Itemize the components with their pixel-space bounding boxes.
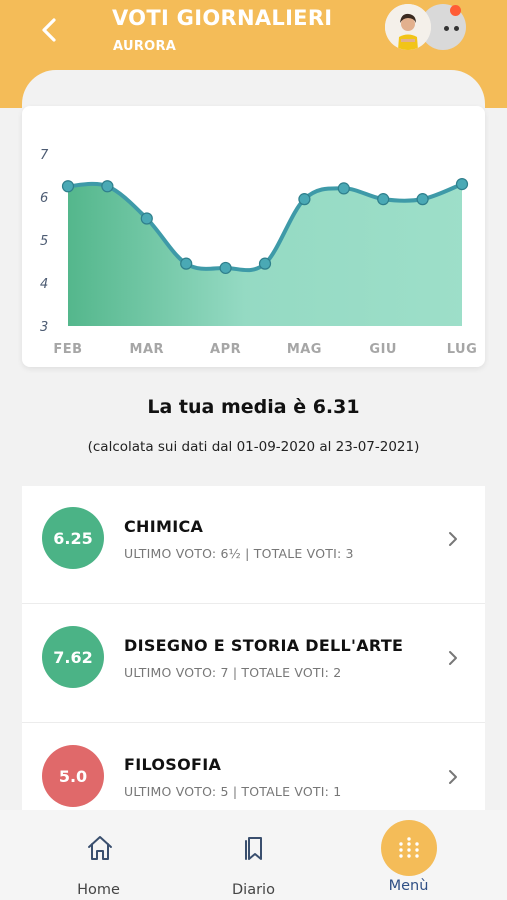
tab-diario[interactable]: Diario (169, 810, 338, 900)
subject-details: ULTIMO VOTO: 5 | TOTALE VOTI: 1 (124, 784, 342, 799)
subject-name: FILOSOFIA (124, 755, 222, 774)
chart-point (180, 257, 193, 270)
x-tick-label: MAR (130, 342, 165, 357)
chart-point (258, 257, 272, 270)
chevron-right-icon (449, 651, 457, 665)
menu-button-circle (381, 820, 437, 876)
chevron-right-icon (449, 532, 457, 546)
home-icon (88, 836, 112, 860)
subject-row-disegno[interactable]: 7.62 DISEGNO E STORIA DELL'ARTE ULTIMO V… (22, 605, 485, 723)
average-title: La tua media è 6.31 (147, 396, 360, 418)
chart-point (61, 180, 75, 193)
subject-average-badge: 7.62 (42, 626, 104, 688)
subject-details: ULTIMO VOTO: 7 | TOTALE VOTI: 2 (124, 665, 342, 680)
x-tick-label: APR (210, 342, 241, 357)
chart-point (377, 193, 390, 206)
subject-list: 6.25 CHIMICA ULTIMO VOTO: 6½ | TOTALE VO… (22, 486, 485, 810)
chart-point (416, 193, 429, 206)
page-title: VOTI GIORNALIERI (112, 6, 333, 30)
subject-row-filosofia[interactable]: 5.0 FILOSOFIA ULTIMO VOTO: 5 | TOTALE VO… (22, 724, 485, 810)
bookmark-icon (245, 837, 262, 860)
subject-average-badge: 6.25 (42, 507, 104, 569)
y-tick-label: 3 (40, 320, 48, 335)
grades-chart: 7 6 5 4 3 FEB MAR APR MAG GIU LUG (40, 148, 478, 357)
subject-name: DISEGNO E STORIA DELL'ARTE (124, 636, 404, 655)
chevron-left-icon[interactable] (34, 12, 66, 48)
subject-row-chimica[interactable]: 6.25 CHIMICA ULTIMO VOTO: 6½ | TOTALE VO… (22, 486, 485, 604)
x-tick-label: FEB (53, 342, 82, 357)
student-name: AURORA (113, 39, 177, 54)
y-tick-label: 7 (40, 148, 49, 163)
tab-menu[interactable]: Menù (324, 810, 493, 900)
chevron-right-icon (449, 770, 457, 784)
tab-label: Home (77, 882, 120, 898)
notification-badge (450, 5, 461, 16)
x-tick-label: MAG (287, 342, 322, 357)
subject-average-badge: 5.0 (42, 745, 104, 807)
chart-point (140, 212, 153, 225)
tab-label: Diario (232, 882, 275, 898)
chart-point (298, 193, 311, 206)
chart-point (219, 261, 232, 275)
x-tick-label: GIU (369, 342, 397, 357)
y-tick-label: 6 (40, 191, 48, 206)
average-calculation-note: (calcolata sui dati dal 01-09-2020 al 23… (87, 439, 420, 455)
chart-point (101, 180, 114, 193)
y-tick-label: 5 (40, 234, 48, 249)
chart-area (68, 183, 462, 326)
tab-label: Menù (388, 878, 429, 894)
dots-grid-icon (399, 837, 419, 858)
chart-point (455, 177, 469, 191)
subject-details: ULTIMO VOTO: 6½ | TOTALE VOTI: 3 (124, 546, 354, 561)
avatar[interactable] (385, 4, 431, 50)
subject-name: CHIMICA (124, 517, 204, 536)
tab-home[interactable]: Home (14, 810, 183, 900)
chart-point (337, 182, 350, 195)
grades-chart-card: 7 6 5 4 3 FEB MAR APR MAG GIU LUG (22, 106, 485, 367)
x-tick-label: LUG (447, 342, 478, 357)
y-tick-label: 4 (40, 277, 48, 292)
bottom-tab-bar: Home Diario Menù (0, 810, 507, 900)
